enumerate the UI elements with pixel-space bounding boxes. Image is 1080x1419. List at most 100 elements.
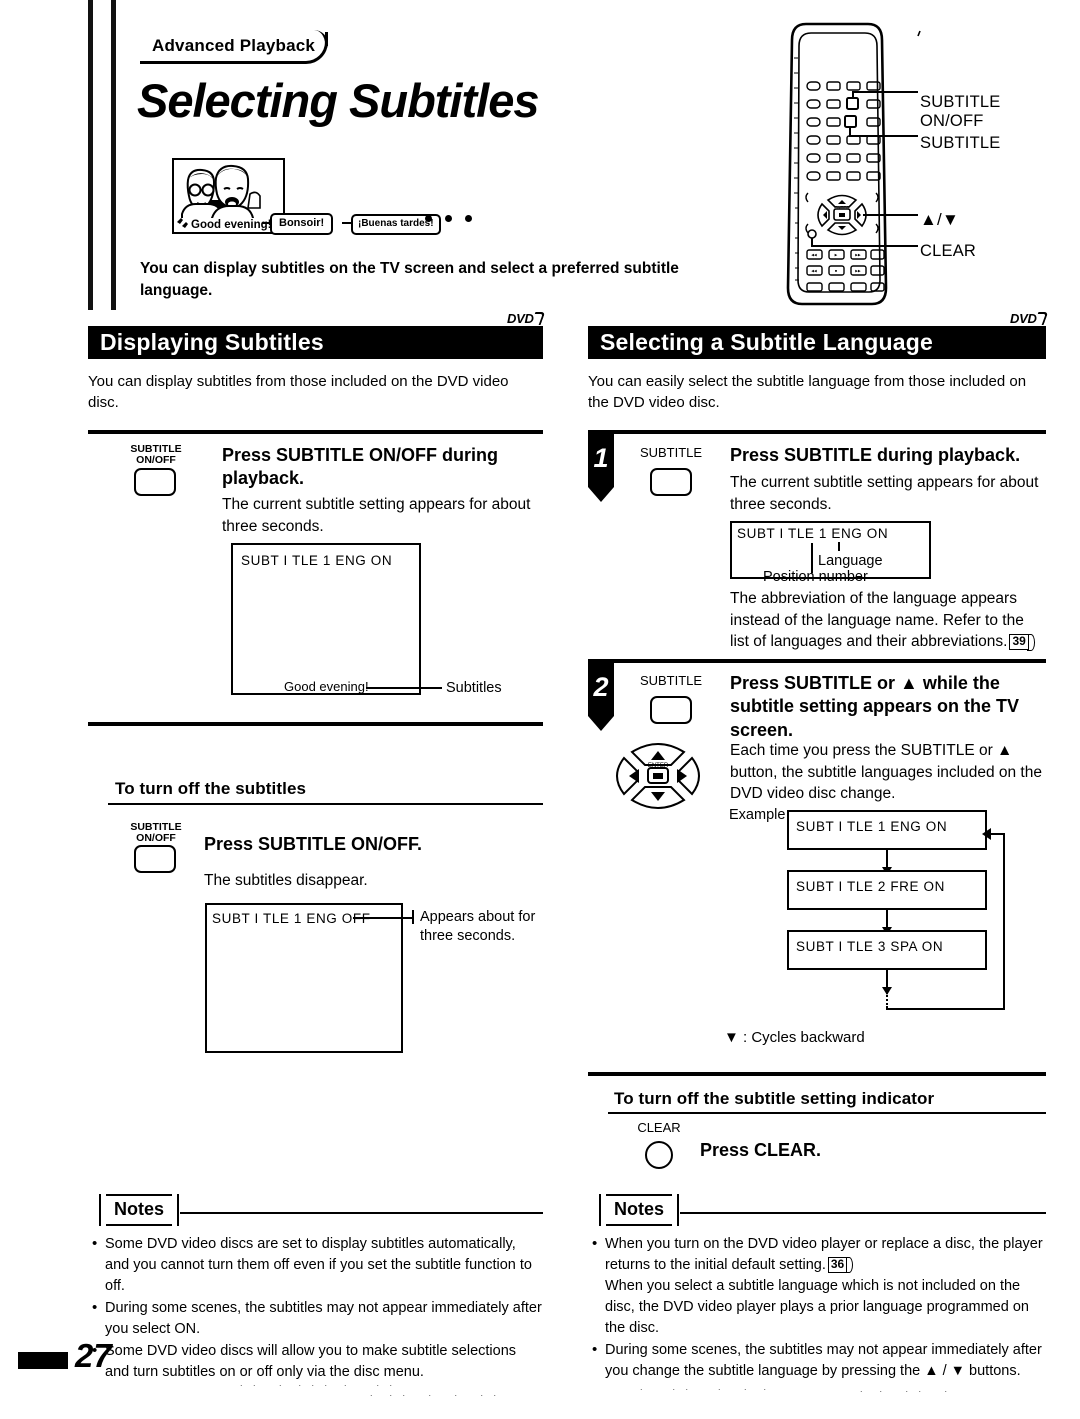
scan-speckle-1: . . . . . . . . . [240, 1378, 397, 1388]
left-subhead-turn-off: To turn off the subtitles [115, 779, 307, 798]
intro-paragraph: You can display subtitles on the TV scre… [140, 260, 679, 300]
right-step2-rule-top [588, 659, 1046, 663]
svg-text:ENTER: ENTER [834, 205, 850, 210]
button-clear[interactable] [645, 1141, 673, 1169]
button-label-subtitle-1: SUBTITLE [639, 445, 703, 460]
cycle-dotted-continuation [886, 992, 888, 1008]
cycle-return-right [1003, 833, 1005, 1010]
step1-note: The abbreviation of the language appears… [730, 588, 1046, 653]
step2-heading: Press SUBTITLE or ▲ while the subtitle s… [730, 673, 1020, 740]
list-item: During some scenes, the subtitles may no… [590, 1339, 1046, 1382]
remote-control-diagram: ENTER ◀◀ ▶ ▶▶ ◀◀ ■ ▶▶ [770, 18, 970, 319]
left-step-rule-bottom [88, 722, 543, 726]
osd-step1-annot-position: Position number [763, 569, 868, 585]
page-number: 27 [75, 1337, 112, 1374]
osd-leader-line [366, 687, 442, 689]
note-text-a: When you turn on the DVD video player or… [605, 1236, 1043, 1274]
ellipsis-dots [425, 215, 472, 222]
remote-callout-clear: CLEAR [920, 242, 977, 260]
svg-text:■: ■ [835, 269, 837, 273]
button-label-subtitle-onoff-1: SUBTITLE ON/OFF [130, 443, 182, 467]
dvd-badge-left: DVD [502, 311, 550, 339]
osd-leader-label: Subtitles [446, 680, 502, 696]
button-subtitle-onoff-2[interactable] [134, 845, 176, 873]
button-subtitle-2[interactable] [650, 696, 692, 724]
example-label: Example [729, 807, 786, 823]
osd-off-leader-label: Appears about for three seconds. [420, 909, 536, 945]
button-subtitle-onoff-1[interactable] [134, 468, 176, 496]
left-notes-list: Some DVD video discs are set to display … [90, 1233, 543, 1384]
right-notes-label: Notes [598, 1194, 680, 1226]
dpad-diagram: ENTER [616, 743, 700, 809]
osd-step1-tick-language [838, 542, 840, 551]
left-step-rule-top [88, 430, 543, 434]
right-turnoff-heading: Press CLEAR. [700, 1140, 822, 1160]
section-band-selecting-language: Selecting a Subtitle Language [588, 326, 1046, 359]
remote-callout-subtitle-onoff: SUBTITLE ON/OFF [920, 93, 1000, 132]
section-band-displaying-subtitles: Displaying Subtitles [88, 326, 543, 359]
note-text-b: When you select a subtitle language whic… [605, 1278, 1029, 1337]
scan-speckle-2: . . . . . . . [370, 1388, 501, 1398]
left-notes-rule [180, 1212, 543, 1214]
speech-bubble-french: Bonsoir! [270, 213, 334, 235]
button-label-clear: CLEAR [637, 1120, 681, 1135]
left-step-heading: Press SUBTITLE ON/OFF during playback. [222, 445, 499, 489]
osd-step1-text: SUBT I TLE 1 ENG ON [737, 526, 889, 541]
remote-artwork: ENTER ◀◀ ▶ ▶▶ ◀◀ ■ ▶▶ [786, 22, 921, 306]
right-subhead-turn-off: To turn off the subtitle setting indicat… [614, 1089, 935, 1108]
right-subhead-rule [608, 1112, 1046, 1114]
step-number-1: 1 [588, 434, 614, 502]
button-subtitle-1[interactable] [650, 468, 692, 496]
right-turnoff-rule-top [588, 1072, 1046, 1076]
step2-body: Each time you press the SUBTITLE or ▲ bu… [730, 742, 1042, 803]
cycle-arrow-3 [882, 970, 892, 995]
list-item: Some DVD video discs will allow you to m… [90, 1340, 543, 1383]
left-lede: You can display subtitles from those inc… [88, 373, 509, 412]
scene-subtitle-text: Good evening! [190, 219, 273, 231]
left-subhead-rule [108, 803, 543, 805]
right-notes-list: When you turn on the DVD video player or… [590, 1233, 1046, 1383]
callout-line-1: SUBTITLE [920, 93, 1001, 111]
scan-speckle-4: . . . . . [860, 1384, 952, 1394]
remote-callout-subtitle: SUBTITLE [920, 134, 1001, 152]
margin-bar-outer [88, 0, 93, 310]
left-step-body: The current subtitle setting appears for… [222, 496, 531, 535]
step-number-2: 2 [588, 663, 614, 731]
right-lede: You can easily select the subtitle langu… [588, 373, 1027, 412]
cycle-return-arrowhead [982, 828, 991, 840]
cycle-arrow-2 [882, 910, 892, 935]
callout-line-2: ON/OFF [920, 112, 984, 131]
list-item: During some scenes, the subtitles may no… [90, 1297, 543, 1340]
osd-text-subtitle-off: SUBT I TLE 1 ENG OFF [212, 911, 371, 926]
page-reference-39[interactable]: 39 [1009, 633, 1036, 651]
right-notes-rule [680, 1212, 1046, 1214]
left-turnoff-heading: Press SUBTITLE ON/OFF. [204, 834, 423, 854]
list-item: When you turn on the DVD video player or… [590, 1233, 1046, 1339]
manual-page: Advanced Playback Selecting Subtitles Go… [0, 0, 1080, 1419]
cycle-text-1: SUBT I TLE 1 ENG ON [796, 819, 948, 834]
page-reference-36[interactable]: 36 [827, 1256, 854, 1274]
scan-speckle-3: . . . . . . [640, 1382, 771, 1392]
margin-bar-inner [111, 0, 116, 310]
osd-text-subtitle-on: SUBT I TLE 1 ENG ON [241, 553, 393, 568]
button-label-subtitle-onoff-2: SUBTITLE ON/OFF [130, 821, 182, 845]
osd-off-leader-line [353, 917, 413, 919]
step1-body: The current subtitle setting appears for… [730, 474, 1039, 513]
chapter-tag: Advanced Playback [140, 30, 329, 64]
dvd-badge-right: DVD [1005, 311, 1053, 339]
page-title: Selecting Subtitles [137, 74, 539, 127]
cycle-text-2: SUBT I TLE 2 FRE ON [796, 879, 945, 894]
cycle-arrow-1 [882, 850, 892, 875]
step1-heading: Press SUBTITLE during playback. [730, 445, 1021, 465]
osd-subtitle-line: Good evening! [284, 679, 369, 694]
cycle-return-bottom [886, 1008, 1005, 1010]
cycle-text-3: SUBT I TLE 3 SPA ON [796, 939, 944, 954]
right-step1-rule-top [588, 430, 1046, 434]
left-notes-label: Notes [98, 1194, 180, 1226]
footer-mark [18, 1352, 68, 1369]
left-turnoff-body: The subtitles disappear. [204, 872, 368, 889]
cycle-backward-note: ▼ : Cycles backward [724, 1029, 865, 1046]
button-label-subtitle-2: SUBTITLE [639, 673, 703, 688]
svg-text:ENTER: ENTER [648, 763, 669, 769]
osd-off-leader-tick [412, 910, 414, 924]
